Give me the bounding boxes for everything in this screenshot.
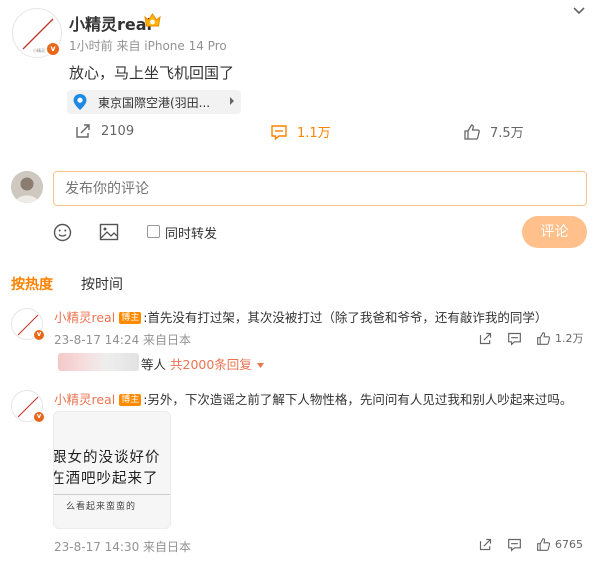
- comment-username[interactable]: 小精灵real: [54, 392, 115, 407]
- like-count: 7.5万: [490, 126, 524, 141]
- comment-icon[interactable]: [507, 537, 522, 552]
- comment-icon: [270, 123, 288, 141]
- image-text-line: 在酒吧吵起来了: [53, 471, 159, 487]
- comment-like-button[interactable]: 6765: [536, 537, 583, 552]
- blurred-replier-names: [58, 353, 139, 371]
- comment-actions: 6765: [478, 537, 583, 552]
- comment-body: 小精灵real 博主:另外，下次造谣之前了解下人物性格，先问问有人见过我和别人吵起…: [54, 389, 572, 408]
- tab-hot[interactable]: 按热度: [11, 274, 53, 294]
- verified-badge-icon: v: [46, 42, 60, 56]
- comment-text: :首先没有打过架，其次没被打过（除了我爸和爷爷，还有敲诈我的同学）: [143, 310, 548, 325]
- caret-down-icon: [256, 363, 264, 368]
- post-meta: 1小时前 来自 iPhone 14 Pro: [69, 39, 227, 53]
- thumbs-up-icon: [463, 123, 481, 141]
- comment-like-count: 6765: [555, 538, 583, 551]
- location-pin-icon: [71, 93, 89, 111]
- comment-like-button[interactable]: 1.2万: [536, 330, 584, 346]
- author-badge: 博主: [119, 312, 142, 324]
- comment-input[interactable]: [53, 171, 587, 206]
- image-upload-button[interactable]: [99, 223, 119, 241]
- emoji-icon: [53, 223, 72, 242]
- location-label: 東京国際空港(羽田...: [98, 96, 211, 110]
- repost-checkbox[interactable]: [147, 225, 160, 238]
- image-icon: [99, 223, 119, 241]
- chevron-down-icon[interactable]: [571, 3, 587, 19]
- comment-text: :另外，下次造谣之前了解下人物性格，先问问有人见过我和别人吵起来过吗。: [143, 392, 573, 407]
- emoji-button[interactable]: [53, 223, 72, 242]
- comment-username[interactable]: 小精灵real: [54, 310, 115, 325]
- caret-right-icon: [228, 96, 236, 106]
- repost-button[interactable]: 2109: [74, 122, 134, 140]
- comment-meta: 23-8-17 14:30 来自日本: [54, 540, 192, 554]
- repost-icon: [74, 122, 92, 140]
- submit-comment-button[interactable]: 评论: [522, 216, 587, 248]
- repost-count: 2109: [101, 123, 135, 139]
- comment-count: 1.1万: [297, 126, 331, 141]
- reply-count-link[interactable]: 共2000条回复: [170, 357, 252, 372]
- repost-icon[interactable]: [478, 537, 493, 552]
- location-chip[interactable]: 東京国際空港(羽田...: [67, 90, 241, 114]
- comment-body: 小精灵real 博主:首先没有打过架，其次没被打过（除了我爸和爷爷，还有敲诈我的同…: [54, 307, 547, 326]
- image-text-line: 跟女的没谈好价: [53, 450, 161, 466]
- crown-icon: [143, 11, 162, 29]
- verified-badge-icon: v: [33, 411, 45, 423]
- comment-icon[interactable]: [507, 331, 522, 346]
- current-user-avatar[interactable]: [11, 171, 43, 203]
- tab-time[interactable]: 按时间: [81, 274, 123, 294]
- like-button[interactable]: 7.5万: [463, 122, 524, 141]
- comment-button[interactable]: 1.1万: [270, 122, 331, 141]
- post-text: 放心，马上坐飞机回国了: [69, 64, 235, 82]
- reply-suffix: 等人: [141, 357, 167, 372]
- svg-text:小精灵: 小精灵: [33, 47, 45, 53]
- image-divider: [54, 494, 170, 495]
- thumbs-up-icon: [537, 331, 551, 345]
- thumbs-up-icon: [537, 538, 551, 551]
- post-username[interactable]: 小精灵real: [69, 11, 152, 35]
- verified-badge-icon: v: [33, 329, 45, 341]
- author-badge: 博主: [119, 394, 142, 406]
- comment-actions: 1.2万: [478, 330, 584, 346]
- comment-image-thumbnail[interactable]: 跟女的没谈好价 在酒吧吵起来了 么看起来蛮蛮的: [53, 411, 171, 529]
- comment-meta: 23-8-17 14:24 来自日本: [54, 333, 192, 347]
- repost-checkbox-label[interactable]: 同时转发: [165, 223, 217, 242]
- reply-summary[interactable]: 等人 共2000条回复: [141, 354, 265, 373]
- image-text-line: 么看起来蛮蛮的: [66, 502, 137, 512]
- comment-like-count: 1.2万: [555, 332, 584, 345]
- repost-icon[interactable]: [478, 331, 493, 346]
